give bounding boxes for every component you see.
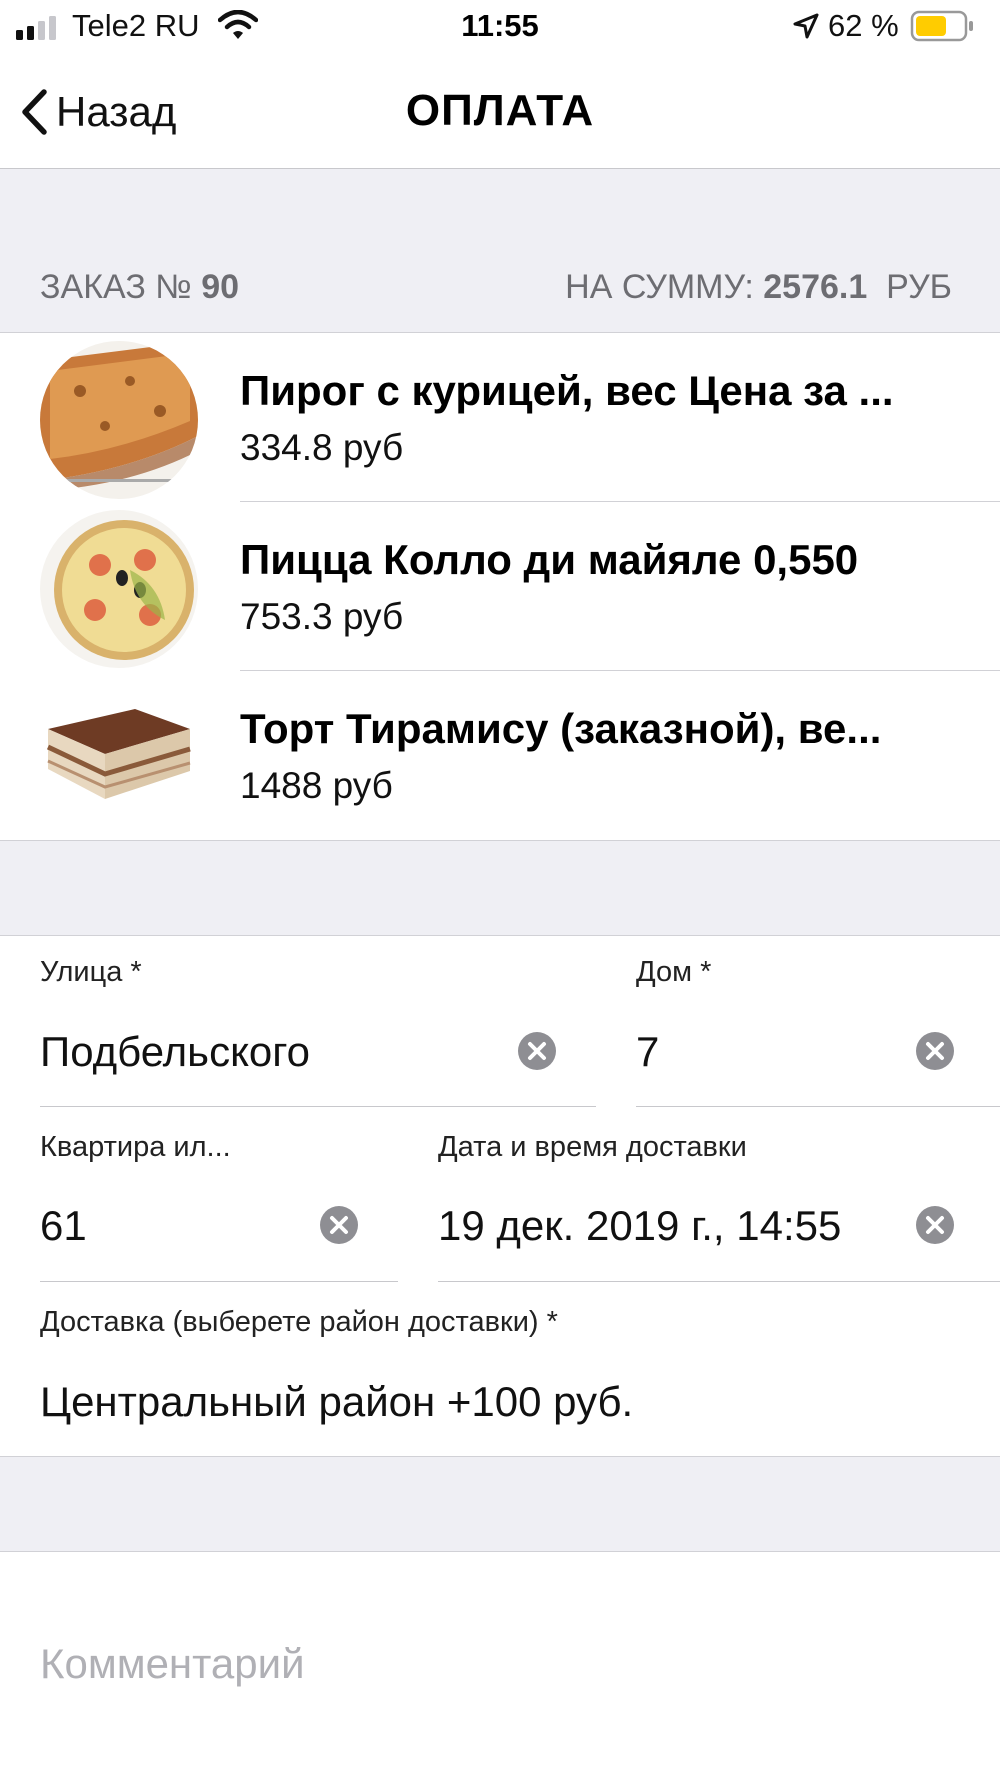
delivery-label: Доставка (выберете район доставки) * — [40, 1306, 558, 1338]
clear-icon — [926, 1042, 944, 1060]
item-price: 334.8 руб — [240, 427, 404, 468]
item-name: Пицца Колло ди майяле 0,550 — [240, 536, 859, 583]
item-name: Торт Тирамису (заказной), ве... — [240, 705, 882, 752]
clear-icon — [926, 1216, 944, 1234]
pizza-photo — [40, 510, 198, 668]
clear-datetime-button[interactable] — [916, 1206, 954, 1244]
street-field[interactable]: Подбельского — [40, 1028, 310, 1076]
house-underline — [636, 1106, 1000, 1107]
clear-icon — [330, 1216, 348, 1234]
apartment-field[interactable]: 61 — [40, 1202, 87, 1250]
list-item[interactable]: Пицца Колло ди майяле 0,550 753.3 руб — [0, 502, 1000, 670]
page-title: ОПЛАТА — [405, 86, 595, 135]
list-item[interactable]: Торт Тирамису (заказной), ве... 1488 руб — [0, 671, 1000, 839]
status-bar: Tele2 RU 11:55 62 % — [0, 0, 1000, 56]
cake-photo — [40, 679, 198, 837]
street-underline — [40, 1106, 596, 1107]
house-field[interactable]: 7 — [636, 1028, 659, 1076]
clear-apartment-button[interactable] — [320, 1206, 358, 1244]
order-total: НА СУММУ: 2576.1 РУБ — [565, 268, 952, 307]
apartment-label: Квартира ил... — [40, 1131, 231, 1163]
item-price: 753.3 руб — [240, 596, 404, 637]
item-price: 1488 руб — [240, 765, 393, 806]
datetime-underline — [438, 1281, 1000, 1282]
apartment-underline — [40, 1281, 398, 1282]
clear-house-button[interactable] — [916, 1032, 954, 1070]
pie-photo — [40, 341, 198, 499]
order-currency: РУБ — [886, 268, 952, 306]
battery-percent: 62 % — [828, 8, 899, 43]
clear-icon — [528, 1042, 546, 1060]
item-name: Пирог с курицей, вес Цена за ... — [240, 367, 894, 414]
order-summary — [0, 169, 1000, 333]
street-label: Улица * — [40, 956, 142, 988]
list-item[interactable]: Пирог с курицей, вес Цена за ... 334.8 р… — [0, 333, 1000, 501]
order-number-value: 90 — [201, 268, 240, 306]
section-spacer — [0, 1456, 1000, 1552]
location-arrow-icon — [793, 13, 819, 39]
datetime-label: Дата и время доставки — [438, 1131, 747, 1163]
order-number: ЗАКАЗ № 90 — [40, 268, 239, 307]
delivery-district-select[interactable]: Центральный район +100 руб. — [40, 1378, 633, 1426]
order-sum-label: НА СУММУ: — [565, 268, 754, 306]
comment-field[interactable]: Комментарий — [40, 1640, 305, 1688]
battery-icon — [910, 10, 973, 42]
order-number-label: ЗАКАЗ № — [40, 268, 192, 306]
section-spacer — [0, 840, 1000, 936]
navigation-bar: Назад ОПЛАТА — [0, 56, 1000, 169]
datetime-field[interactable]: 19 дек. 2019 г., 14:55 — [438, 1202, 841, 1250]
clear-street-button[interactable] — [518, 1032, 556, 1070]
house-label: Дом * — [636, 956, 712, 988]
order-sum-value: 2576.1 — [763, 268, 868, 306]
